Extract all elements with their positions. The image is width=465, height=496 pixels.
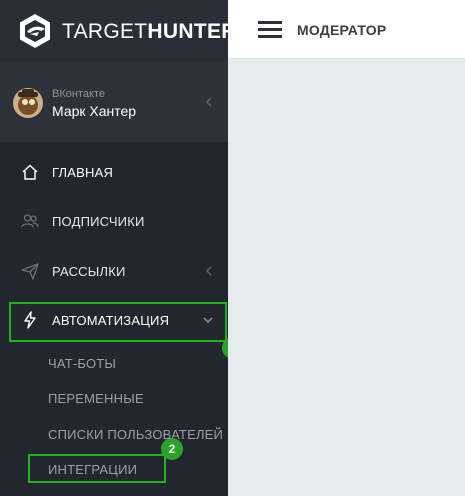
topbar: МОДЕРАТОР [228,0,465,59]
highlight-integrations [28,454,166,483]
chevron-left-icon [205,266,212,276]
users-icon [21,214,39,228]
submenu-item-user-lists[interactable]: СПИСКИ ПОЛЬЗОВАТЕЛЕЙ [48,427,223,442]
brand-name: TARGETHUNTER [62,20,237,44]
nav-item-label: РАССЫЛКИ [52,264,126,279]
nav-item-mailings[interactable]: РАССЫЛКИ [0,251,228,291]
hamburger-menu-icon[interactable] [258,21,282,39]
submenu-item-variables[interactable]: ПЕРЕМЕННЫЕ [48,391,144,406]
step-badge-2: 2 [161,438,183,460]
user-name[interactable]: Марк Хантер [52,103,136,119]
brand-header[interactable]: TARGETHUNTER [0,0,236,62]
user-network: ВКонтакте [52,88,105,100]
brand-name-light: TARGET [62,20,148,43]
avatar-image-icon [13,88,43,118]
targethunter-logo-icon [20,14,50,48]
user-chevron-left-icon[interactable] [205,97,213,107]
main-content [228,59,465,496]
nav-item-label: ПОДПИСЧИКИ [52,214,145,229]
avatar[interactable] [13,88,43,118]
nav-item-subscribers[interactable]: ПОДПИСЧИКИ [0,201,228,241]
home-icon [22,164,38,180]
brand-name-bold: HUNTER [147,20,237,43]
submenu-item-chatbots[interactable]: ЧАТ-БОТЫ [48,356,116,371]
nav-item-label: ГЛАВНАЯ [52,165,114,180]
page-title: МОДЕРАТОР [297,22,387,38]
send-icon [21,263,39,280]
highlight-automation [9,302,227,342]
nav-item-home[interactable]: ГЛАВНАЯ [0,152,228,192]
